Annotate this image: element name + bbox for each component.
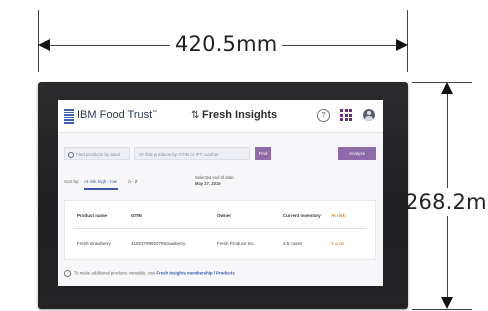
app-switcher-icon[interactable] bbox=[340, 109, 352, 121]
gtin-search-input[interactable]: Or find products by GTIN or IFT number bbox=[134, 147, 250, 160]
footer-text: To make additional products viewable, vi… bbox=[74, 270, 156, 276]
user-avatar-icon[interactable] bbox=[363, 109, 375, 121]
gtin-placeholder: Or find products by GTIN or IFT number bbox=[139, 152, 219, 157]
info-icon bbox=[64, 270, 71, 277]
width-dimension-label: 420.5mm bbox=[170, 32, 283, 56]
column-header-owner[interactable]: Owner bbox=[217, 213, 231, 218]
column-header-inventory[interactable]: Current inventory bbox=[283, 213, 321, 218]
height-arrow-down-icon bbox=[441, 297, 453, 309]
cell-gtin: 4192379992079Strawberry bbox=[131, 241, 186, 246]
height-extension-line-bottom bbox=[412, 309, 472, 310]
selected-date-label: Selected end of date: bbox=[195, 175, 235, 180]
width-arrow-left-icon bbox=[38, 39, 50, 51]
cell-inventory: 4.5 cases bbox=[283, 241, 303, 246]
search-input[interactable]: Find products by label bbox=[64, 147, 130, 160]
footer-note: To make additional products viewable, vi… bbox=[64, 270, 235, 277]
app-title: Fresh Insights bbox=[202, 109, 278, 121]
width-arrow-right-icon bbox=[396, 39, 408, 51]
column-header-product-name[interactable]: Product name bbox=[77, 213, 107, 218]
product-spec-image: 420.5mm 268.2mm IBM Food Trust™ ⇅ Fresh … bbox=[0, 0, 488, 311]
sort-tab-a-z[interactable]: A - Z bbox=[128, 179, 138, 184]
cell-at-risk: 4 units bbox=[331, 241, 345, 246]
selected-date-value: May 27, 2019 bbox=[195, 180, 221, 186]
sort-tab-at-risk[interactable]: At risk high - low bbox=[84, 179, 117, 184]
membership-link[interactable]: Fresh Insights membership / Products bbox=[156, 271, 234, 276]
help-icon[interactable]: ? bbox=[317, 109, 330, 122]
tablet-screen: IBM Food Trust™ ⇅ Fresh Insights ? Find … bbox=[58, 100, 383, 286]
ibm-logo-icon bbox=[64, 109, 74, 124]
app-header: IBM Food Trust™ ⇅ Fresh Insights ? bbox=[58, 100, 383, 133]
cell-product-name: Fresh strawberry bbox=[77, 241, 111, 246]
height-arrow-up-icon bbox=[441, 82, 453, 94]
analyze-button[interactable]: Analyze bbox=[338, 147, 376, 160]
height-dimension-label: 268.2mm bbox=[404, 188, 488, 216]
sort-label: Sort by: bbox=[64, 179, 80, 184]
selected-end-date[interactable]: Selected end of date: May 27, 2019 bbox=[195, 175, 235, 186]
fresh-insights-icon: ⇅ bbox=[191, 110, 200, 121]
products-table: Product name GTIN Owner Current inventor… bbox=[64, 200, 376, 260]
brand-logo-text[interactable]: IBM Food Trust™ bbox=[77, 109, 157, 121]
search-placeholder: Find products by label bbox=[76, 152, 121, 157]
cell-owner: Fresh Produce Inc. bbox=[217, 241, 256, 246]
search-icon bbox=[68, 151, 74, 158]
table-header-divider bbox=[73, 228, 367, 229]
column-header-at-risk[interactable]: At risk bbox=[331, 213, 345, 218]
find-button[interactable]: Find bbox=[255, 147, 271, 160]
brand-name: IBM Food Trust bbox=[77, 109, 153, 121]
sort-tab-active-indicator bbox=[84, 188, 118, 190]
brand-trademark: ™ bbox=[152, 109, 158, 116]
column-header-gtin[interactable]: GTIN bbox=[131, 213, 142, 218]
